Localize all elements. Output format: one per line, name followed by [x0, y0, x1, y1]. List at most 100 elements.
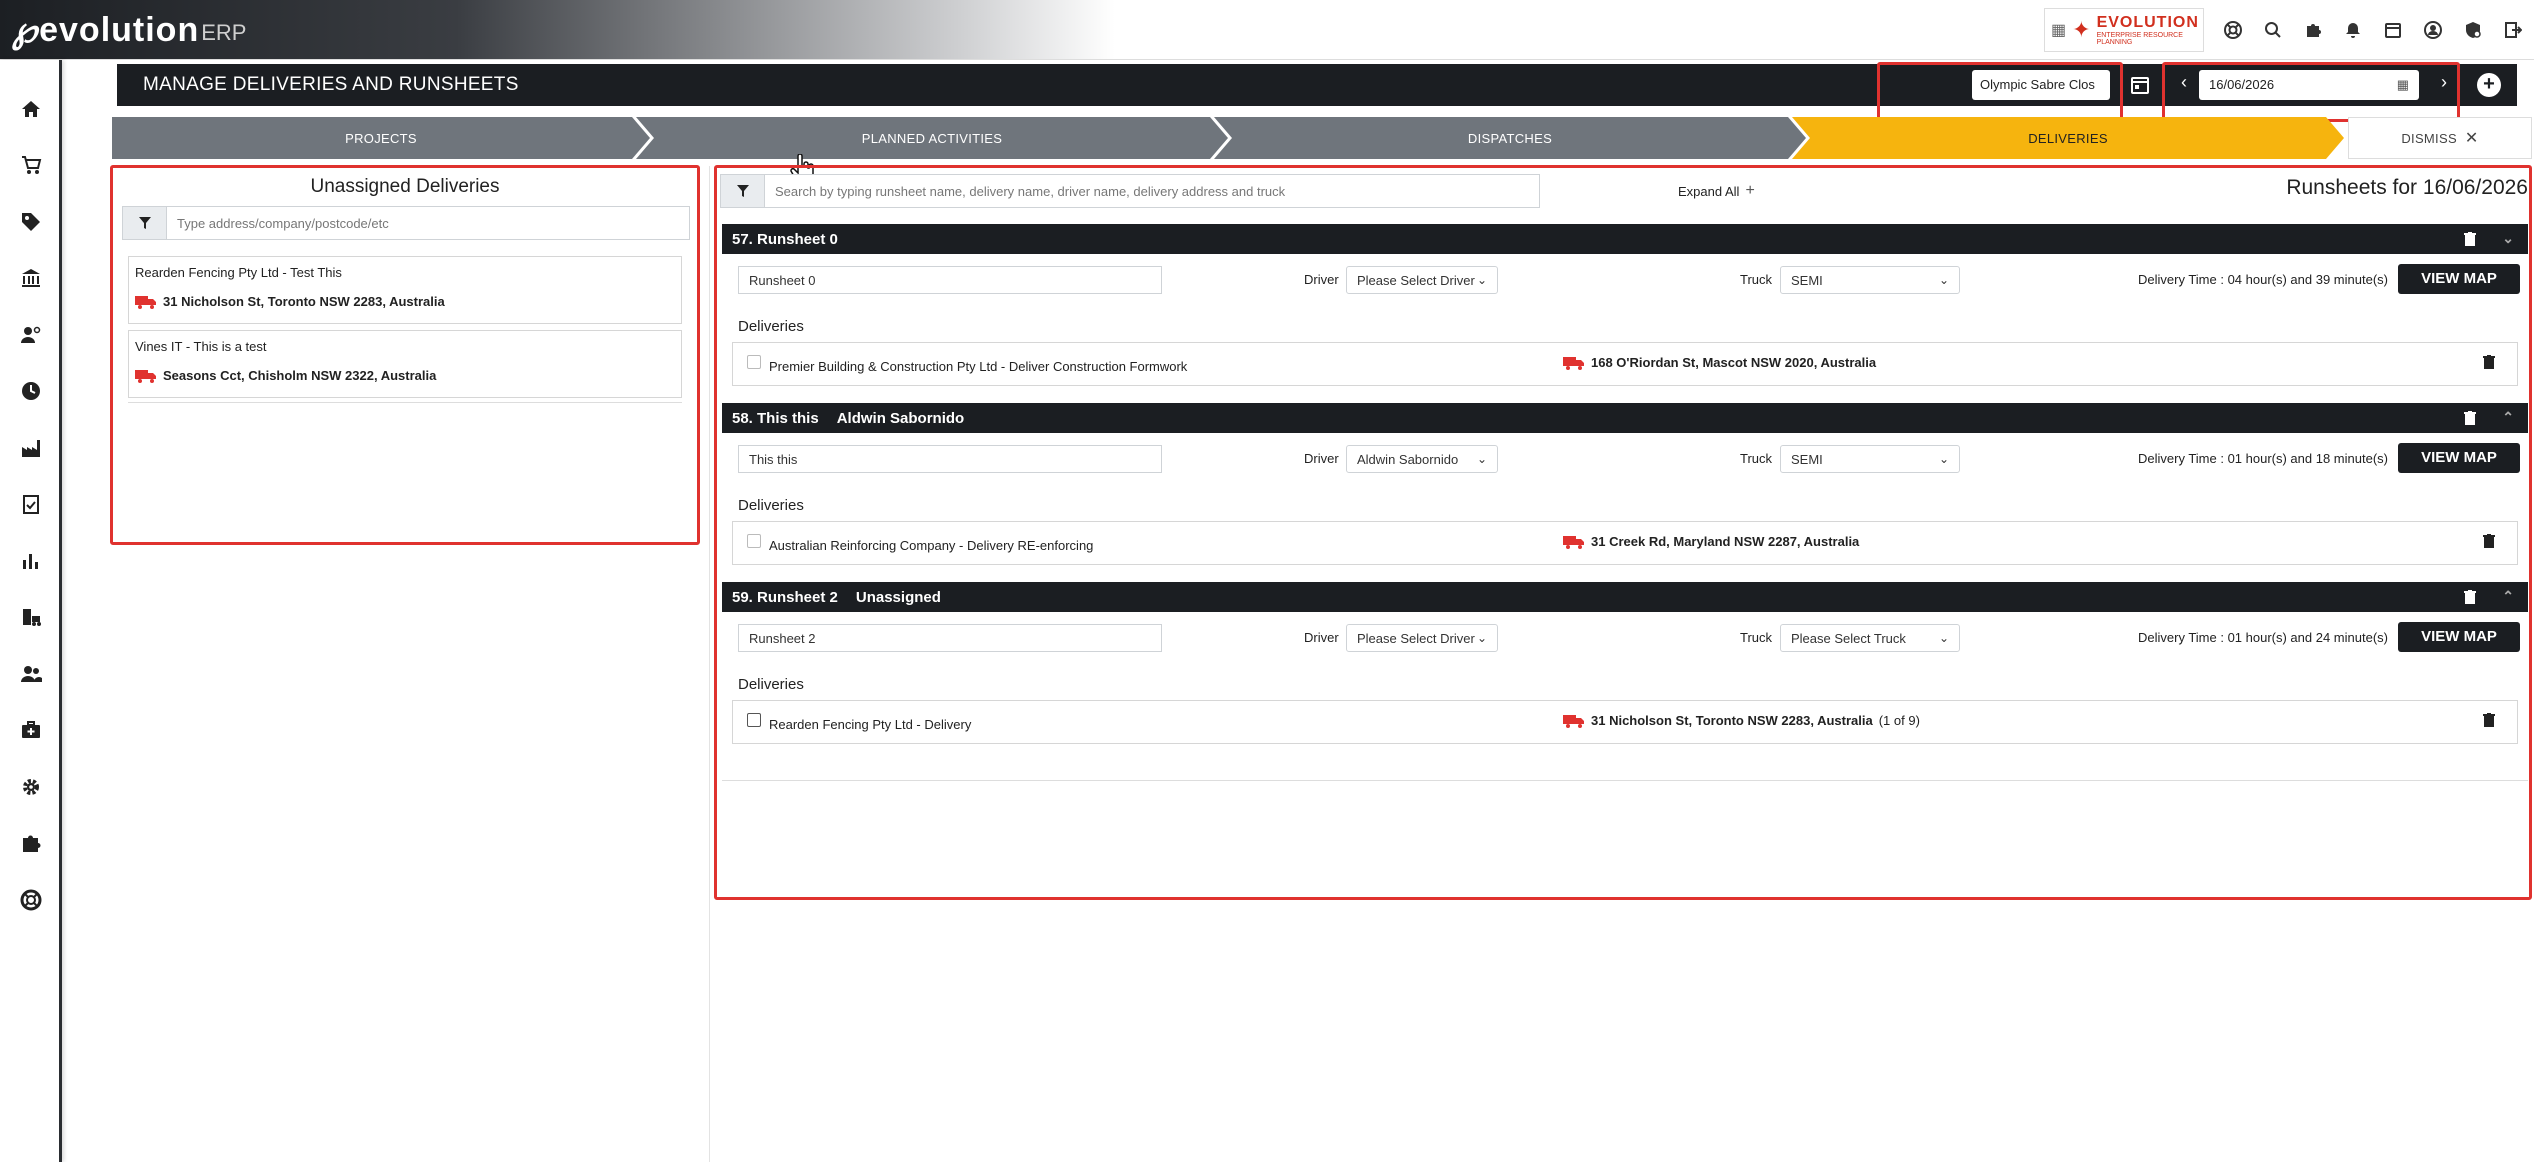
cart-icon[interactable]: [14, 148, 48, 182]
delete-runsheet-trash-icon[interactable]: [2464, 590, 2476, 604]
runsheet-search-input[interactable]: [765, 175, 1539, 207]
support-lifebuoy-icon[interactable]: [14, 883, 48, 917]
clipboard-check-icon[interactable]: [14, 487, 48, 521]
app-logo[interactable]: ℘ evolution ERP: [12, 9, 246, 50]
driver-select[interactable]: Aldwin Sabornido ⌄: [1346, 445, 1498, 473]
unassigned-search-input[interactable]: [167, 207, 689, 239]
driver-select[interactable]: Please Select Driver ⌄: [1346, 624, 1498, 652]
help-icon[interactable]: [2222, 19, 2244, 41]
user-settings-icon[interactable]: [14, 318, 48, 352]
add-runsheet-button[interactable]: +: [2477, 73, 2501, 97]
workflow-stepper: PROJECTS PLANNED ACTIVITIES DISPATCHES D…: [112, 117, 2532, 159]
runsheets-panel: Expand All + Runsheets for 16/06/2026 57…: [716, 166, 2528, 898]
delete-delivery-trash-icon[interactable]: [2483, 713, 2495, 727]
runsheet-card: 59. Runsheet 2 Unassigned ⌃ Runsheet 2 D…: [722, 582, 2528, 760]
plugins-icon[interactable]: [2302, 19, 2324, 41]
runsheet-header[interactable]: 58. This this Aldwin Sabornido ⌃: [722, 403, 2528, 433]
settings-shield-icon[interactable]: [2462, 19, 2484, 41]
dismiss-button[interactable]: DISMISS ✕: [2348, 117, 2532, 159]
delivery-checkbox[interactable]: [747, 713, 761, 727]
delivery-building-icon[interactable]: [14, 600, 48, 634]
top-icons: ▦ ✦ EVOLUTION ENTERPRISE RESOURCE PLANNI…: [2044, 8, 2524, 52]
puzzle-icon[interactable]: [14, 826, 48, 860]
step-planned-activities[interactable]: PLANNED ACTIVITIES: [636, 117, 1228, 159]
delivery-time: Delivery Time : 04 hour(s) and 39 minute…: [2138, 272, 2388, 287]
previous-date-chevron-icon[interactable]: ‹: [2173, 72, 2195, 98]
step-projects[interactable]: PROJECTS: [112, 117, 650, 159]
delete-delivery-trash-icon[interactable]: [2483, 534, 2495, 548]
building-icon: ▦: [2051, 22, 2067, 39]
runsheet-card: 58. This this Aldwin Sabornido ⌃ This th…: [722, 403, 2528, 581]
home-icon[interactable]: [14, 92, 48, 126]
step-deliveries[interactable]: DELIVERIES: [1792, 117, 2344, 159]
runsheet-header[interactable]: 57. Runsheet 0 ⌄: [722, 224, 2528, 254]
unassigned-delivery-title: Rearden Fencing Pty Ltd - Test This: [135, 265, 342, 280]
figure-icon: ✦: [2072, 17, 2091, 42]
truck-icon: [1563, 535, 1584, 549]
driver-label: Driver: [1304, 630, 1339, 645]
runsheet-header-driver: Aldwin Sabornido: [836, 409, 965, 427]
unassigned-delivery-item[interactable]: Vines IT - This is a test Seasons Cct, C…: [128, 330, 682, 398]
runsheet-name-input[interactable]: This this: [738, 445, 1162, 473]
delivery-checkbox[interactable]: [747, 534, 761, 548]
medical-kit-icon[interactable]: [14, 713, 48, 747]
truck-select[interactable]: Please Select Truck ⌄: [1780, 624, 1960, 652]
collapse-chevron-icon[interactable]: ⌄: [2502, 230, 2514, 247]
deliveries-label: Deliveries: [738, 497, 804, 514]
organization-logo[interactable]: ▦ ✦ EVOLUTION ENTERPRISE RESOURCE PLANNI…: [2044, 8, 2204, 52]
search-icon[interactable]: [2262, 19, 2284, 41]
notifications-icon[interactable]: [2342, 19, 2364, 41]
tag-icon[interactable]: [14, 205, 48, 239]
date-picker-icon[interactable]: ▦: [2397, 77, 2409, 93]
delete-runsheet-trash-icon[interactable]: [2464, 411, 2476, 425]
delivery-name: Premier Building & Construction Pty Ltd …: [769, 359, 1188, 374]
view-map-button[interactable]: VIEW MAP: [2398, 622, 2520, 652]
calendar-icon[interactable]: [2382, 19, 2404, 41]
chevron-down-icon: ⌄: [1476, 273, 1487, 287]
clock-icon[interactable]: [14, 374, 48, 408]
filter-icon[interactable]: [123, 207, 167, 239]
gear-icon[interactable]: [14, 770, 48, 804]
bank-icon[interactable]: [14, 261, 48, 295]
unassigned-filter: [122, 206, 690, 240]
chevron-down-icon: ⌄: [1938, 631, 1949, 645]
truck-select[interactable]: SEMI ⌄: [1780, 266, 1960, 294]
close-icon[interactable]: ✕: [2465, 128, 2479, 148]
truck-select[interactable]: SEMI ⌄: [1780, 445, 1960, 473]
user-profile-icon[interactable]: [2422, 19, 2444, 41]
view-map-button[interactable]: VIEW MAP: [2398, 443, 2520, 473]
runsheet-header-title: 57. Runsheet 0: [732, 230, 838, 248]
runsheet-name-input[interactable]: Runsheet 2: [738, 624, 1162, 652]
runsheet-header-title: 58. This this: [732, 409, 819, 427]
location-select[interactable]: Olympic Sabre Clos: [1972, 70, 2110, 100]
unassigned-deliveries-panel: Unassigned Deliveries Rearden Fencing Pt…: [112, 166, 698, 544]
plus-icon: +: [1745, 182, 1755, 199]
delete-delivery-trash-icon[interactable]: [2483, 355, 2495, 369]
step-dispatches[interactable]: DISPATCHES: [1214, 117, 1806, 159]
factory-icon[interactable]: [14, 431, 48, 465]
unassigned-delivery-item[interactable]: Rearden Fencing Pty Ltd - Test This 31 N…: [128, 256, 682, 324]
expand-all-button[interactable]: Expand All +: [1678, 182, 1755, 200]
filter-icon[interactable]: [721, 175, 765, 207]
calendar-button-icon[interactable]: [2127, 72, 2153, 98]
bar-chart-icon[interactable]: [14, 544, 48, 578]
runsheet-header[interactable]: 59. Runsheet 2 Unassigned ⌃: [722, 582, 2528, 612]
org-tagline: ENTERPRISE RESOURCE PLANNING: [2096, 32, 2183, 46]
delivery-checkbox[interactable]: [747, 355, 761, 369]
collapse-chevron-icon[interactable]: ⌃: [2502, 588, 2514, 605]
deliveries-label: Deliveries: [738, 318, 804, 335]
unassigned-delivery-address: 31 Nicholson St, Toronto NSW 2283, Austr…: [163, 294, 445, 309]
collapse-chevron-icon[interactable]: ⌃: [2502, 409, 2514, 426]
delete-runsheet-trash-icon[interactable]: [2464, 232, 2476, 246]
date-input[interactable]: 16/06/2026 ▦: [2199, 70, 2419, 100]
view-map-button[interactable]: VIEW MAP: [2398, 264, 2520, 294]
driver-select[interactable]: Please Select Driver ⌄: [1346, 266, 1498, 294]
next-date-chevron-icon[interactable]: ›: [2433, 72, 2455, 98]
top-bar: ℘ evolution ERP ▦ ✦ EVOLUTION ENTERPRISE…: [0, 0, 2534, 60]
delivery-time: Delivery Time : 01 hour(s) and 18 minute…: [2138, 451, 2388, 466]
team-icon[interactable]: [14, 657, 48, 691]
runsheet-name-input[interactable]: Runsheet 0: [738, 266, 1162, 294]
delivery-address: 168 O'Riordan St, Mascot NSW 2020, Austr…: [1591, 355, 1877, 370]
logout-icon[interactable]: [2502, 19, 2524, 41]
delivery-name: Australian Reinforcing Company - Deliver…: [769, 538, 1094, 553]
